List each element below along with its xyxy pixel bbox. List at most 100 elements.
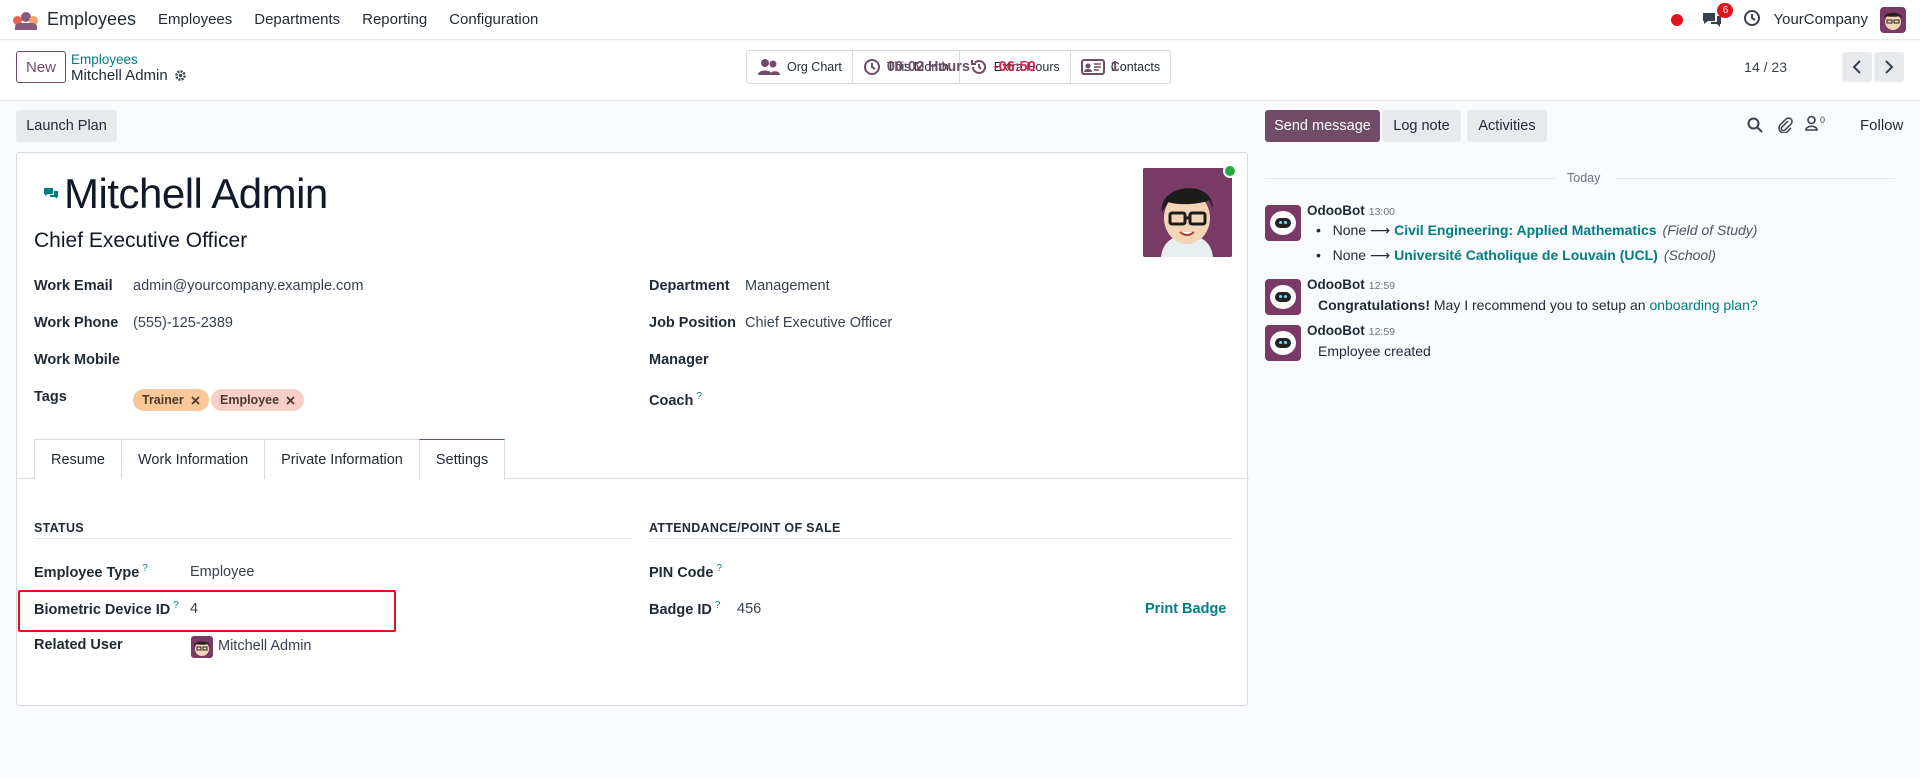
- search-icon[interactable]: [1747, 117, 1763, 133]
- form-tabs: Resume Work Information Private Informat…: [34, 439, 506, 480]
- paperclip-icon[interactable]: [1777, 117, 1793, 133]
- send-message-button[interactable]: Send message: [1265, 110, 1380, 142]
- employee-type-label-text: Employee Type: [34, 564, 140, 581]
- help-icon[interactable]: ?: [696, 391, 702, 402]
- control-panel: New Employees Mitchell Admin Org Chart T…: [0, 41, 1920, 101]
- breadcrumb-employees[interactable]: Employees: [71, 52, 138, 67]
- employees-app-icon[interactable]: [13, 10, 39, 30]
- tab-settings[interactable]: Settings: [418, 439, 506, 480]
- pager-value[interactable]: 14 / 23: [1744, 59, 1787, 75]
- org-chart-button[interactable]: Org Chart: [747, 51, 853, 83]
- activity-button[interactable]: [1743, 9, 1761, 31]
- coach-field[interactable]: [745, 391, 1225, 411]
- author-name: OdooBot: [1307, 277, 1365, 292]
- contacts-button[interactable]: Contacts 1: [1071, 51, 1170, 83]
- chevron-right-icon: [1885, 60, 1894, 74]
- chat-bubble-icon[interactable]: [43, 187, 59, 199]
- attendance-section-line: [649, 538, 1233, 539]
- tab-work-information[interactable]: Work Information: [121, 439, 266, 479]
- clock-icon: [863, 59, 880, 75]
- pager-next-button[interactable]: [1874, 52, 1904, 82]
- this-month-button[interactable]: This Month 00:02 Hours: [853, 51, 970, 83]
- pin-code-label-text: PIN Code: [649, 564, 714, 581]
- tag-trainer: Trainer: [133, 389, 209, 411]
- today-label: Today: [1567, 171, 1601, 185]
- tab-resume[interactable]: Resume: [34, 439, 122, 479]
- author-name: OdooBot: [1307, 203, 1365, 218]
- employee-photo[interactable]: [1143, 168, 1232, 257]
- contact-card-icon: [1080, 59, 1105, 75]
- new-button[interactable]: New: [16, 51, 66, 83]
- work-mobile-field[interactable]: [133, 352, 513, 372]
- message-author[interactable]: OdooBot 12:59: [1307, 277, 1395, 292]
- odoobot-avatar[interactable]: [1265, 205, 1301, 241]
- message-time: 12:59: [1368, 280, 1396, 292]
- tracking-change: • None ⟶ Civil Engineering: Applied Mathem…: [1316, 222, 1757, 239]
- message-author[interactable]: OdooBot 12:59: [1307, 323, 1395, 338]
- top-navbar: Employees Employees Departments Reportin…: [0, 0, 1920, 40]
- extra-hours-value: -06:50: [993, 58, 1036, 75]
- biometric-label-text: Biometric Device ID: [34, 601, 171, 618]
- work-phone-field[interactable]: (555)-125-2389: [133, 315, 233, 331]
- followers-button[interactable]: 0: [1805, 115, 1825, 131]
- history-icon: [970, 59, 986, 74]
- odoobot-avatar[interactable]: [1265, 279, 1301, 315]
- job-position-field[interactable]: Chief Executive Officer: [745, 315, 892, 331]
- smart-buttons: Org Chart This Month 00:02 Hours Extra H…: [746, 50, 1172, 84]
- company-switcher[interactable]: YourCompany: [1773, 11, 1868, 28]
- app-name[interactable]: Employees: [47, 9, 136, 30]
- related-user-field[interactable]: Mitchell Admin: [218, 638, 311, 654]
- biometric-device-id-field[interactable]: 4: [190, 601, 198, 617]
- related-user-avatar: [191, 636, 213, 658]
- help-icon[interactable]: ?: [716, 563, 722, 574]
- activities-button[interactable]: Activities: [1467, 110, 1547, 142]
- gear-icon[interactable]: [174, 69, 187, 82]
- pin-code-field[interactable]: [737, 564, 1217, 584]
- help-icon[interactable]: ?: [142, 563, 148, 574]
- employee-type-field[interactable]: Employee: [190, 564, 254, 580]
- old-value: None: [1332, 222, 1367, 238]
- employee-name[interactable]: Mitchell Admin: [64, 170, 328, 218]
- work-email-label: Work Email: [34, 278, 113, 294]
- menu-employees[interactable]: Employees: [158, 11, 232, 28]
- work-email-field[interactable]: admin@yourcompany.example.com: [133, 278, 363, 294]
- arrow-right-icon: ⟶: [1370, 222, 1391, 238]
- this-month-value: 00:02 Hours: [886, 58, 970, 75]
- message-text: May I recommend you to setup an: [1430, 297, 1650, 313]
- manager-label: Manager: [649, 352, 709, 368]
- today-divider-left: [1265, 178, 1555, 179]
- menu-departments[interactable]: Departments: [254, 11, 340, 28]
- contacts-value: 1: [1110, 58, 1119, 75]
- menu-reporting[interactable]: Reporting: [362, 11, 427, 28]
- followers-count: 0: [1820, 115, 1826, 125]
- status-dot-icon[interactable]: [1671, 13, 1684, 26]
- close-icon[interactable]: [286, 395, 295, 405]
- help-icon[interactable]: ?: [715, 600, 721, 611]
- help-icon[interactable]: ?: [173, 600, 179, 611]
- message-author[interactable]: OdooBot 13:00: [1307, 203, 1395, 218]
- pin-code-label: PIN Code?: [649, 563, 722, 581]
- onboarding-plan-link[interactable]: onboarding plan?: [1649, 297, 1757, 313]
- breadcrumb-current: Mitchell Admin: [71, 67, 187, 84]
- follow-button[interactable]: Follow: [1860, 117, 1903, 134]
- manager-field[interactable]: [745, 352, 1225, 372]
- log-note-button[interactable]: Log note: [1382, 110, 1461, 142]
- print-badge-button[interactable]: Print Badge: [1145, 601, 1226, 617]
- badge-id-field[interactable]: 456: [737, 601, 761, 617]
- today-divider-right: [1615, 178, 1895, 179]
- status-section-line: [34, 538, 632, 539]
- department-field[interactable]: Management: [745, 278, 830, 294]
- extra-hours-button[interactable]: Extra Hours -06:50: [960, 51, 1071, 83]
- employee-job-title[interactable]: Chief Executive Officer: [34, 229, 247, 253]
- attendance-section-title: ATTENDANCE/POINT OF SALE: [649, 521, 841, 535]
- tab-private-information[interactable]: Private Information: [264, 439, 420, 479]
- breadcrumb-current-label: Mitchell Admin: [71, 67, 168, 84]
- user-icon: [1805, 115, 1818, 131]
- user-avatar[interactable]: [1880, 6, 1906, 33]
- launch-plan-button[interactable]: Launch Plan: [16, 110, 117, 142]
- close-icon[interactable]: [191, 395, 200, 405]
- menu-configuration[interactable]: Configuration: [449, 11, 538, 28]
- messaging-button[interactable]: 6: [1701, 2, 1734, 30]
- pager-previous-button[interactable]: [1842, 52, 1872, 82]
- odoobot-avatar[interactable]: [1265, 325, 1301, 361]
